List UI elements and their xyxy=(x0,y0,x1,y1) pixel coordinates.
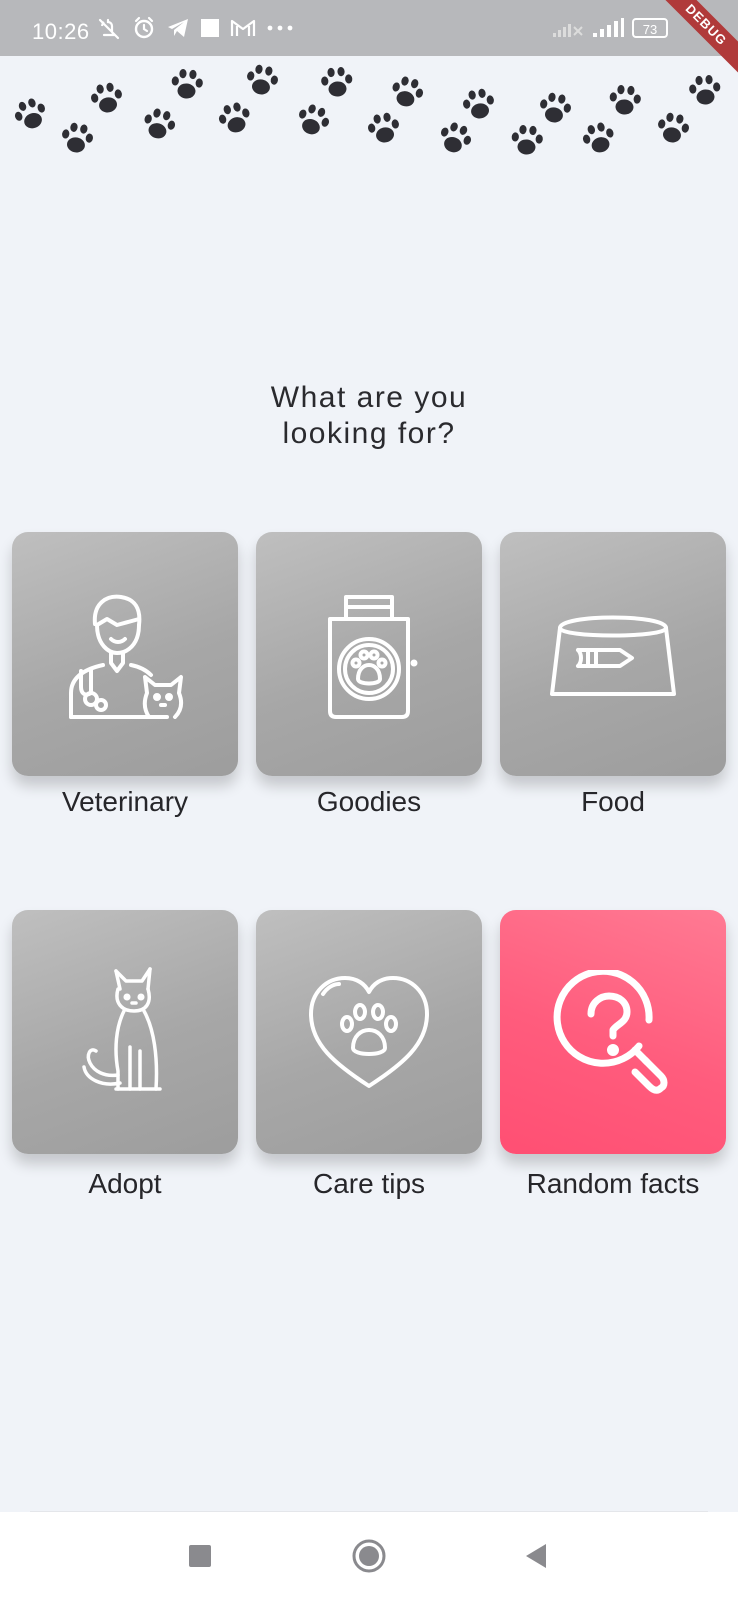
question-line-2: looking for? xyxy=(282,417,456,450)
veterinary-label[interactable]: Veterinary xyxy=(12,786,238,818)
paw-print-icon xyxy=(62,122,93,153)
signal-x-icon xyxy=(553,24,583,37)
paw-print-icon xyxy=(247,64,278,95)
notification-icons xyxy=(96,16,294,40)
paw-print-icon xyxy=(609,85,641,115)
adopt-label[interactable]: Adopt xyxy=(12,1168,238,1200)
veterinary-tile[interactable] xyxy=(12,532,238,776)
paw-print-icon xyxy=(511,125,543,155)
care-tips-tile[interactable] xyxy=(256,910,482,1154)
home-icon xyxy=(352,1539,386,1573)
care-tips-label[interactable]: Care tips xyxy=(256,1168,482,1200)
shopping-bag-paw-icon xyxy=(328,595,418,719)
mute-icon xyxy=(98,18,120,40)
paw-print-icon xyxy=(658,112,689,143)
status-bar: 10:26 73 DEBUG xyxy=(0,0,738,83)
recent-apps-icon xyxy=(189,1545,211,1567)
paw-print-icon xyxy=(171,69,203,99)
paw-print-icon xyxy=(540,92,571,123)
pet-bowl-icon xyxy=(550,615,676,696)
paw-print-icon xyxy=(14,98,45,129)
paw-print-icon xyxy=(392,76,424,107)
adopt-tile[interactable] xyxy=(12,910,238,1154)
gmail-icon xyxy=(230,19,256,36)
paw-print-icon xyxy=(368,112,399,143)
page-question: What are you looking for? xyxy=(0,380,738,452)
paw-print-icon xyxy=(91,82,122,113)
paw-print-icon xyxy=(321,67,353,97)
paw-prints-decoration xyxy=(0,60,738,170)
telegram-icon xyxy=(168,19,188,37)
question-line-1: What are you xyxy=(270,381,468,414)
paw-print-icon xyxy=(144,108,176,139)
random-facts-tile[interactable] xyxy=(500,910,726,1154)
paw-print-icon xyxy=(299,104,330,135)
cat-icon xyxy=(82,967,162,1091)
paw-print-icon xyxy=(218,102,250,133)
back-button[interactable] xyxy=(514,1534,558,1578)
square-icon xyxy=(201,19,219,37)
paw-print-icon xyxy=(582,122,614,153)
system-nav-bar xyxy=(0,1512,738,1600)
paw-print-icon xyxy=(463,88,494,119)
more-icon xyxy=(267,25,293,31)
heart-paw-icon xyxy=(309,976,429,1088)
veterinarian-icon xyxy=(69,594,184,719)
recent-apps-button[interactable] xyxy=(178,1534,222,1578)
paw-print-icon xyxy=(689,75,721,105)
food-label[interactable]: Food xyxy=(500,786,726,818)
signal-icon xyxy=(593,18,624,37)
goodies-tile[interactable] xyxy=(256,532,482,776)
home-button[interactable] xyxy=(347,1534,391,1578)
random-facts-label[interactable]: Random facts xyxy=(500,1168,726,1200)
back-icon xyxy=(526,1544,546,1568)
food-tile[interactable] xyxy=(500,532,726,776)
status-time: 10:26 xyxy=(32,19,90,44)
goodies-label[interactable]: Goodies xyxy=(256,786,482,818)
alarm-icon xyxy=(134,16,154,39)
search-question-icon xyxy=(553,970,668,1094)
